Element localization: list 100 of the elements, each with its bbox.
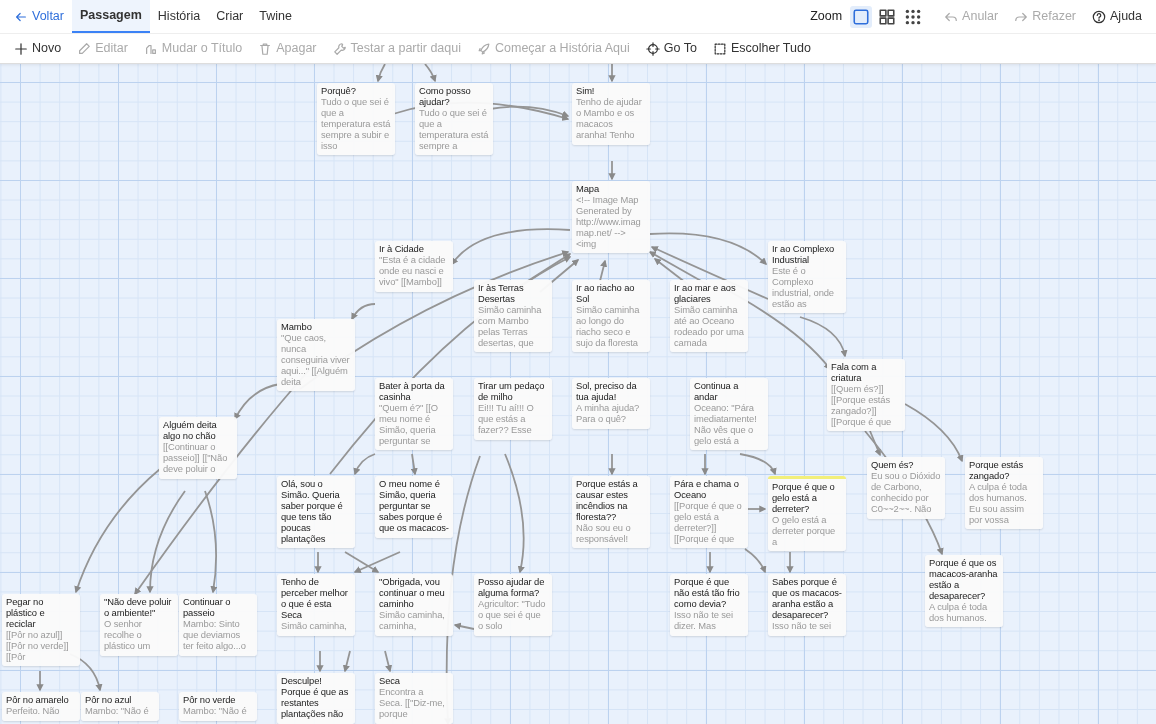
passage-excerpt: Isso não te sei dizer. Mas: [674, 609, 734, 632]
menu-tab[interactable]: História: [149, 1, 209, 32]
connector-arrow: [608, 64, 616, 83]
passage-title: Quem és?: [871, 460, 915, 471]
passage-card[interactable]: Porquê? Tudo o que sei é que a temperatura está sempre a subir e isso: [317, 83, 395, 156]
connector-arrow: [744, 548, 767, 574]
wrench-icon: [332, 41, 347, 56]
connector-arrow: [599, 259, 608, 282]
passage-title: Fala com a criatura: [831, 362, 878, 384]
passage-title: Porque é que o gelo está a derreter?: [772, 482, 836, 515]
passage-card[interactable]: Pegar no plástico e reciclar [[Pôr no azul]] [[Pôr no verde]] [[Pôr: [2, 594, 80, 667]
passage-card[interactable]: Sabes porque é que os macacos-aranha estão a desaparecer? Isso não te sei: [768, 574, 846, 636]
passage-excerpt: Isso não te sei: [772, 620, 832, 632]
passage-card[interactable]: Pôr no azul Mambo: "Não é: [81, 692, 159, 721]
passage-card[interactable]: Pôr no amarelo Perfeito. Não: [2, 692, 80, 721]
passage-card[interactable]: "Obrigada, vou continuar o meu caminho Simão caminha, caminha,: [375, 574, 453, 636]
passage-excerpt: A minha ajuda? Para o quê?: [576, 402, 641, 425]
passage-title: Porquê?: [321, 86, 357, 97]
toolbar-button[interactable]: Novo: [6, 33, 70, 64]
passage-excerpt: Tudo o que sei é que a temperatura está sempre a: [419, 107, 489, 152]
passage-excerpt: Ei!!! Tu aí!!! O que estás a fazer?? Esse: [478, 402, 535, 436]
nine-dots-icon: [904, 7, 923, 26]
menu-tab[interactable]: Criar: [208, 1, 252, 32]
dashed-square-icon: [712, 41, 727, 56]
zoom-button[interactable]: [850, 5, 873, 28]
passage-card[interactable]: Ir ao Complexo Industrial Este é o Complexo industrial, onde estão as: [768, 241, 846, 314]
pencil-icon: [77, 41, 92, 56]
passage-card[interactable]: Porque é que o gelo está a derreter? O gelo está a derreter porque a: [768, 476, 846, 552]
passage-excerpt: [[Porque é que o gelo está a derreter?]] [[Porque é que: [674, 500, 743, 545]
passage-title: Porque estás a causar estes incêndios na floresta??: [576, 479, 639, 523]
passage-card[interactable]: Mapa <!-- Image Map Generated by http://www.imag map.net/ --> <img: [572, 181, 650, 254]
passage-card[interactable]: Porque é que não está tão frio como devia? Isso não te sei dizer. Mas: [670, 574, 748, 636]
passage-card[interactable]: Tenho de perceber melhor o que é esta Seca Simão caminha,: [277, 574, 355, 636]
passage-excerpt: Encontra a Seca. [["Diz-me, porque: [379, 686, 446, 720]
menu-tab[interactable]: Twine: [251, 1, 300, 32]
rocket-icon: [477, 41, 491, 56]
passage-card[interactable]: Sim! Tenho de ajudar o Mambo e os macacos aranha! Tenho: [572, 83, 650, 145]
connector-arrow: [316, 650, 324, 673]
passage-card[interactable]: Sol, preciso da tua ajuda! A minha ajuda? Para o quê?: [572, 378, 650, 429]
toolbar-button[interactable]: Escolher Tudo: [704, 33, 819, 64]
passage-title: Sabes porque é que os macacos-aranha estão a desaparecer?: [772, 577, 842, 621]
passage-card[interactable]: Porque estás a causar estes incêndios na floresta?? Não sou eu o responsável!: [572, 476, 650, 549]
passage-title: Pegar no plástico e reciclar: [6, 597, 46, 630]
passage-excerpt: Simão caminha ao longo do riacho seco e sujo da floresta: [576, 304, 641, 349]
passage-card[interactable]: Continua a andar Oceano: "Pára imediatamente! Não vês que o gelo está a: [690, 378, 768, 451]
passage-card[interactable]: Porque é que os macacos-aranha estão a desaparecer? A culpa é toda dos humanos.: [925, 555, 1003, 628]
passage-card[interactable]: Posso ajudar de alguma forma? Agricultor: "Tudo o que sei é que o solo: [474, 574, 552, 636]
passage-excerpt: [[Continuar o passeio]] [["Não deve poluir o: [163, 441, 229, 475]
passage-excerpt: O gelo está a derreter porque a: [772, 514, 837, 548]
passage-card[interactable]: Quem és? Eu sou o Dióxido de Carbono, conhecido por C0~~2~~. Não: [867, 457, 945, 519]
passage-title: Sol, preciso da tua ajuda!: [576, 381, 638, 403]
passage-card[interactable]: Pára e chama o Oceano [[Porque é que o gelo está a derreter?]] [[Porque é que: [670, 476, 748, 549]
passage-title: Continua a andar: [694, 381, 740, 403]
connector-arrow: [344, 551, 380, 573]
toolbar-button[interactable]: Go To: [637, 33, 705, 64]
passage-excerpt: Não sou eu o responsável!: [576, 522, 632, 545]
connector-arrow: [375, 64, 386, 83]
passage-excerpt: Este é o Complexo industrial, onde estão as: [772, 265, 835, 310]
passage-title: Continuar o passeio: [183, 597, 232, 619]
passage-card[interactable]: Porque estás zangado? A culpa é toda dos humanos. Eu sou assim por vossa: [965, 457, 1043, 530]
passage-card[interactable]: Seca Encontra a Seca. [["Diz-me, porque: [375, 673, 453, 724]
passage-card[interactable]: Olá, sou o Simão. Queria saber porque é que tens tão poucas plantações: [277, 476, 355, 549]
passage-card[interactable]: Fala com a criatura [[Quem és?]] [[Porque estás zangado?]] [[Porque é que: [827, 359, 905, 432]
connector-arrow: [342, 650, 351, 673]
trash-icon: [258, 41, 273, 56]
passage-title: Posso ajudar de alguma forma?: [478, 577, 546, 599]
passage-card[interactable]: Bater à porta da casinha "Quem é?" [[O meu nome é Simão, queria perguntar se: [375, 378, 453, 451]
passage-excerpt: A culpa é toda dos humanos.: [929, 601, 989, 624]
passage-card[interactable]: Ir à Cidade "Esta é a cidade onde eu nasci e vivo" [[Mambo]]: [375, 241, 453, 292]
connector-arrow: [701, 453, 709, 476]
passage-excerpt: A culpa é toda dos humanos. Eu sou assim por vossa: [969, 481, 1029, 526]
passage-card[interactable]: Alguém deita algo no chão [[Continuar o passeio]] [["Não deve poluir o: [159, 417, 237, 479]
passage-title: Pôr no amarelo: [6, 695, 70, 706]
passage-title: Alguém deita algo no chão: [163, 420, 218, 442]
back-link[interactable]: Voltar: [6, 1, 72, 32]
passage-excerpt: Mambo: "Não é: [183, 705, 248, 717]
passage-excerpt: "Que caos, nunca conseguiria viver aqui..." [[Alguém deita: [281, 332, 351, 388]
passage-card[interactable]: Como posso ajudar? Tudo o que sei é que a temperatura está sempre a: [415, 83, 493, 156]
connector-arrow: [384, 650, 393, 673]
menu-tab[interactable]: Passagem: [71, 0, 150, 33]
passage-title: Tenho de perceber melhor o que é esta Seca: [281, 577, 349, 621]
passage-card[interactable]: Continuar o passeio Mambo: Sinto que deviamos ter feito algo...o: [179, 594, 257, 656]
passage-excerpt: Mambo: "Não é: [85, 705, 150, 717]
passage-card[interactable]: Ir ao mar e aos glaciares Simão caminha até ao Oceano rodeado por uma camada: [670, 280, 748, 353]
passage-title: Tirar um pedaço de milho: [478, 381, 546, 403]
passage-card[interactable]: Ir ao riacho ao Sol Simão caminha ao longo do riacho seco e sujo da floresta: [572, 280, 650, 353]
help-icon: [1092, 9, 1106, 24]
connector-arrow: [314, 551, 322, 574]
connector-arrow: [353, 551, 401, 573]
four-squares-icon: [878, 7, 897, 26]
passage-title: "Não deve poluir o ambiente!": [104, 597, 173, 619]
action-button[interactable]: Ajuda: [1084, 1, 1150, 32]
passage-card[interactable]: Mambo "Que caos, nunca conseguiria viver aqui..." [[Alguém deita: [277, 319, 355, 392]
passage-excerpt: <!-- Image Map Generated by http://www.imag map.net/ --> <img: [576, 194, 642, 250]
passage-card[interactable]: Ir às Terras Desertas Simão caminha com Mambo pelas Terras desertas, que: [474, 280, 552, 353]
passage-title: Ir à Cidade: [379, 244, 425, 255]
passage-card[interactable]: Pôr no verde Mambo: "Não é: [179, 692, 257, 721]
passage-card[interactable]: Tirar um pedaço de milho Ei!!! Tu aí!!! O que estás a fazer?? Esse: [474, 378, 552, 440]
passage-card[interactable]: "Não deve poluir o ambiente!" O senhor recolhe o plástico um: [100, 594, 178, 656]
passage-title: Ir ao riacho ao Sol: [576, 283, 636, 305]
